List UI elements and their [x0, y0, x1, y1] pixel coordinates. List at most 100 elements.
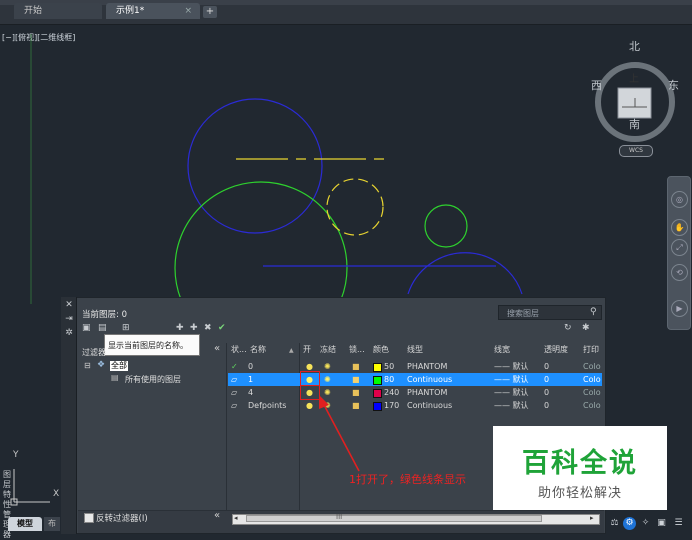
sun-thawed-icon[interactable]: ✺ [324, 373, 331, 386]
layer-row[interactable]: ▱ Defpoints ● ✺ ■ 170 Continuous —— 默认 0… [228, 399, 602, 412]
lock-open-icon[interactable]: ■ [352, 373, 360, 386]
workspace-icon[interactable]: ⚙ [623, 517, 636, 530]
layer-states-icon[interactable]: ⊞ [122, 323, 130, 333]
settings-icon[interactable]: ✱ [582, 323, 590, 333]
linetype[interactable]: PHANTOM [407, 386, 447, 399]
ucs-x-label: X [53, 489, 60, 499]
showmotion-icon[interactable]: ▶ [671, 300, 688, 317]
col-lock[interactable]: 锁... [349, 343, 365, 357]
scrollbar-thumb[interactable] [246, 515, 542, 522]
layer-name[interactable]: 0 [248, 360, 253, 373]
new-group-filter-icon[interactable]: ▤ [98, 323, 107, 333]
ucs-y-label: Y [13, 450, 19, 460]
compass-north[interactable]: 北 [629, 38, 640, 54]
col-on[interactable]: 开 [303, 343, 311, 357]
current-layer-check-icon: ✓ [231, 362, 238, 371]
zoom-extents-icon[interactable]: ⤢ [671, 239, 688, 256]
palette-properties-icon[interactable]: ✲ [64, 328, 74, 338]
new-property-filter-icon[interactable]: ▣ [82, 323, 91, 333]
viewcube-face-label[interactable]: 上 [629, 70, 639, 85]
plot-style[interactable]: Colo [583, 360, 601, 373]
plot-style[interactable]: Colo [583, 399, 601, 412]
layer-row[interactable]: ✓ 0 ● ✺ ■ 50 PHANTOM —— 默认 0 Colo [228, 360, 602, 373]
compass-east[interactable]: 东 [668, 77, 679, 93]
green-circle-small [424, 204, 468, 248]
invert-filter-checkbox[interactable] [84, 513, 94, 523]
col-lineweight[interactable]: 线宽 [494, 343, 510, 357]
isolate-objects-icon[interactable]: ✧ [639, 517, 652, 530]
layer-name[interactable]: Defpoints [248, 399, 286, 412]
watermark-subtitle: 助你轻松解决 [537, 486, 622, 501]
compass-south[interactable]: 南 [629, 116, 640, 132]
wcs-menu-button[interactable]: WCS [619, 145, 653, 157]
layer-search-input[interactable]: 搜索图层 [498, 305, 602, 320]
steering-wheel-icon[interactable]: ◎ [671, 191, 688, 208]
collapse-bottom-button[interactable]: « [214, 510, 220, 521]
annotation-scale-icon[interactable]: ⚖ [608, 517, 621, 530]
scroll-left-icon[interactable]: ◂ [234, 514, 238, 522]
new-layer-vp-frozen-icon[interactable]: ✚ [190, 323, 198, 333]
tab-start[interactable]: 开始 [14, 3, 102, 19]
linetype[interactable]: Continuous [407, 373, 452, 386]
new-tab-button[interactable]: + [203, 6, 217, 18]
pan-hand-icon[interactable]: ✋ [671, 219, 688, 236]
layer-row[interactable]: ▱ 4 ● ✺ ■ 240 PHANTOM —— 默认 0 Colo [228, 386, 602, 399]
color-number: 240 [384, 388, 400, 397]
transparency[interactable]: 0 [544, 373, 549, 386]
lineweight[interactable]: —— 默认 [494, 399, 529, 412]
sun-thawed-icon[interactable]: ✺ [324, 360, 331, 373]
customize-menu-icon[interactable]: ☰ [672, 517, 685, 530]
col-freeze[interactable]: 冻结 [320, 343, 336, 357]
col-plot[interactable]: 打印 [583, 343, 599, 357]
lock-open-icon[interactable]: ■ [352, 360, 360, 373]
color-swatch[interactable] [373, 389, 382, 398]
tree-item-all[interactable]: 全部 [110, 361, 128, 371]
search-icon[interactable]: ⚲ [590, 307, 597, 317]
transparency[interactable]: 0 [544, 386, 549, 399]
plot-style[interactable]: Colo [583, 373, 601, 386]
refresh-icon[interactable]: ↻ [564, 323, 572, 333]
layer-name[interactable]: 1 [248, 373, 253, 386]
scroll-right-icon[interactable]: ▸ [590, 514, 594, 522]
tab-start-label: 开始 [24, 6, 43, 16]
lineweight[interactable]: —— 默认 [494, 360, 529, 373]
filter-used-icon: ▤ [111, 373, 119, 382]
watermark-title: 百科全说 [522, 448, 638, 479]
col-name[interactable]: 名称 [250, 343, 266, 357]
col-color[interactable]: 颜色 [373, 343, 389, 357]
collapse-filter-button[interactable]: « [214, 343, 220, 354]
close-palette-icon[interactable]: ✕ [64, 300, 74, 310]
autohide-icon[interactable]: ⇥ [64, 314, 74, 324]
new-layer-icon[interactable]: ✚ [176, 323, 184, 333]
set-current-icon[interactable]: ✔ [218, 323, 226, 333]
linetype[interactable]: Continuous [407, 399, 452, 412]
color-swatch[interactable] [373, 363, 382, 372]
lightbulb-on-icon[interactable]: ● [306, 399, 313, 412]
orbit-icon[interactable]: ⟲ [671, 264, 688, 281]
linetype[interactable]: PHANTOM [407, 360, 447, 373]
lineweight[interactable]: —— 默认 [494, 386, 529, 399]
transparency[interactable]: 0 [544, 399, 549, 412]
fullscreen-icon[interactable]: ▣ [655, 517, 668, 530]
tree-item-used-layers[interactable]: 所有使用的图层 [125, 374, 181, 385]
layer-row-selected[interactable]: ▱ 1 ● ✺ ■ 80 Continuous —— 默认 0 Colo [228, 373, 602, 386]
col-transparency[interactable]: 透明度 [544, 343, 568, 357]
layout-tab[interactable]: 布 [44, 517, 60, 531]
color-swatch[interactable] [373, 402, 382, 411]
layer-name[interactable]: 4 [248, 386, 253, 399]
col-status[interactable]: 状... [231, 343, 247, 357]
lineweight[interactable]: —— 默认 [494, 373, 529, 386]
tree-expander-icon[interactable]: ⊟ [84, 361, 91, 370]
tab-drawing[interactable]: 示例1* × [106, 3, 200, 19]
close-tab-icon[interactable]: × [184, 3, 192, 19]
plot-style[interactable]: Colo [583, 386, 601, 399]
delete-layer-icon[interactable]: ✖ [204, 323, 212, 333]
blue-arc [407, 252, 523, 295]
document-tab-bar [0, 5, 692, 25]
transparency[interactable]: 0 [544, 360, 549, 373]
color-swatch[interactable] [373, 376, 382, 385]
layer-status-icon: ▱ [231, 375, 238, 384]
compass-west[interactable]: 西 [591, 77, 602, 93]
col-linetype[interactable]: 线型 [407, 343, 423, 357]
model-tab[interactable]: 模型 [8, 517, 42, 531]
